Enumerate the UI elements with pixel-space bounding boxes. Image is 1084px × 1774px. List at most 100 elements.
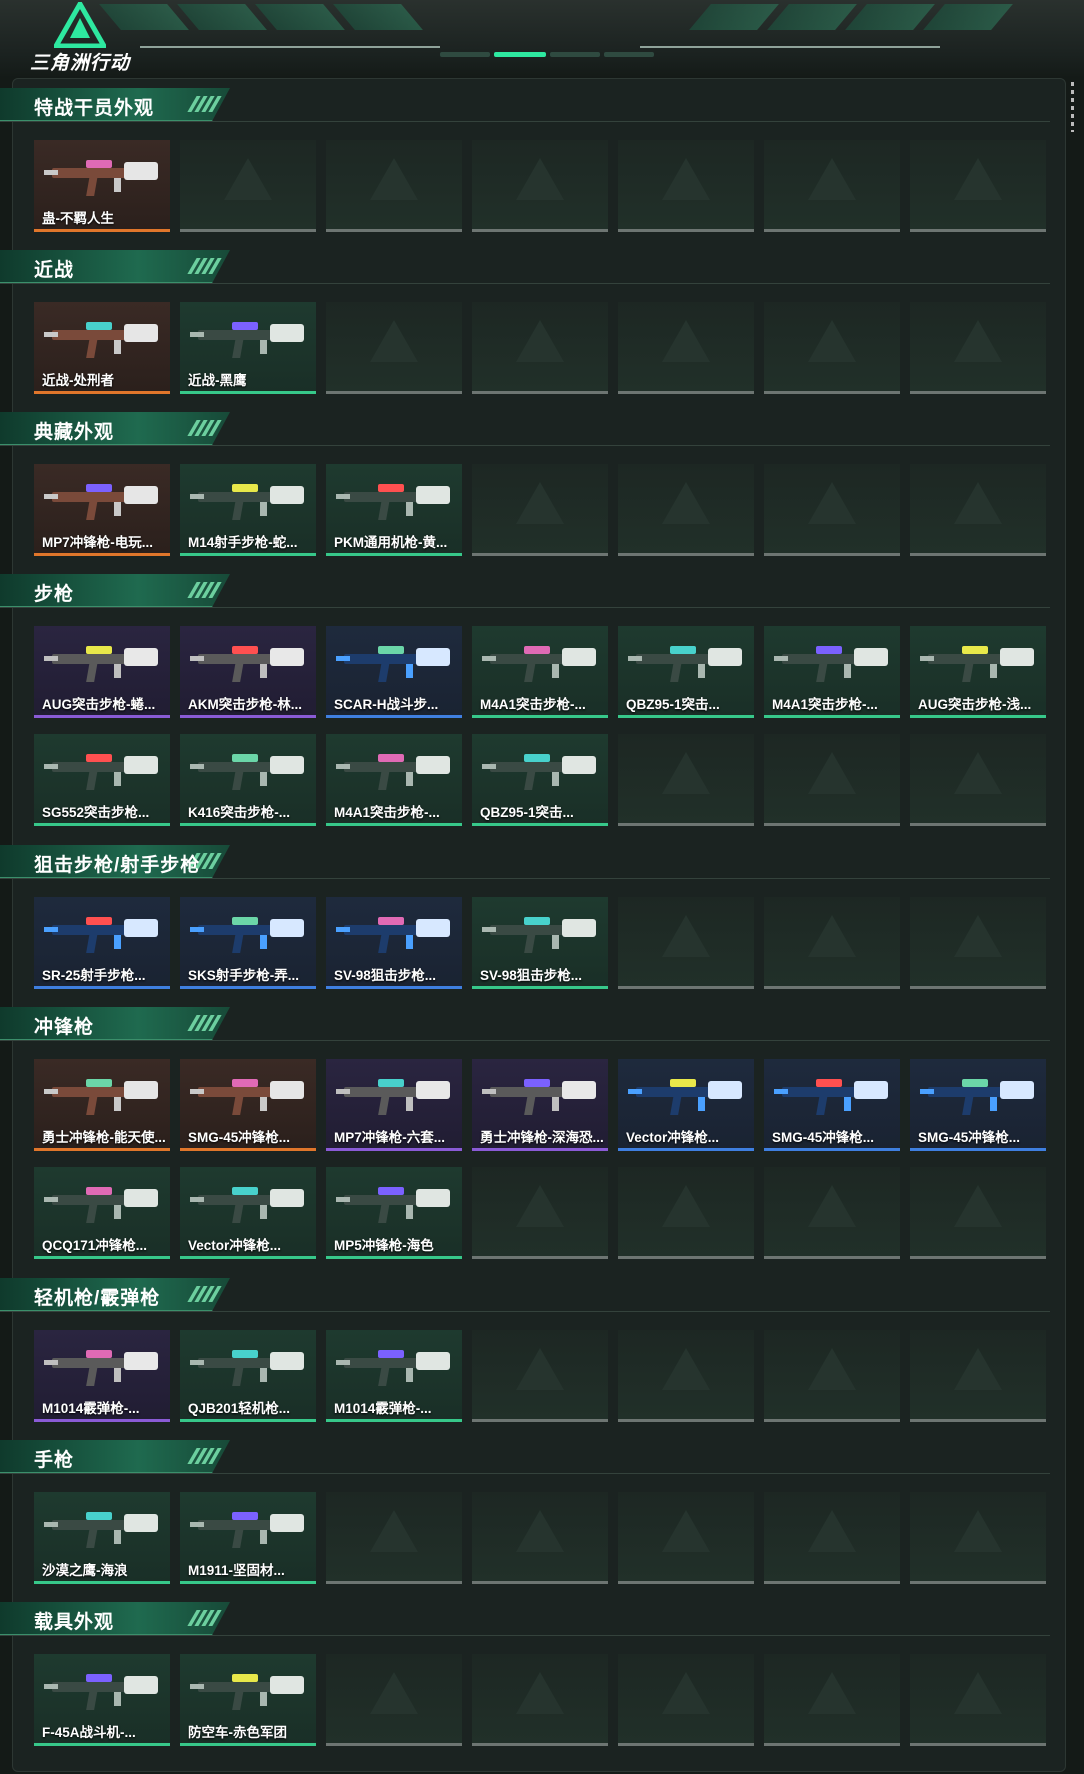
item-label: M1014霰弹枪-... xyxy=(334,1401,432,1416)
item-card[interactable]: M4A1突击步枪-... xyxy=(764,626,900,718)
item-card[interactable]: AKM突击步枪-林... xyxy=(180,626,316,718)
empty-slot xyxy=(326,302,462,394)
item-card[interactable]: M4A1突击步枪-... xyxy=(326,734,462,826)
section-divider xyxy=(0,121,1050,122)
section-divider xyxy=(0,878,1050,879)
section-slashes-icon xyxy=(187,420,222,436)
item-card[interactable]: QCQ171冲锋枪... xyxy=(34,1167,170,1259)
empty-slot xyxy=(472,1167,608,1259)
item-label: M4A1突击步枪-... xyxy=(334,805,440,820)
placeholder-logo-icon xyxy=(516,482,564,524)
section-header: 特战干员外观 xyxy=(0,88,238,122)
section-divider xyxy=(0,1473,1050,1474)
item-card[interactable]: 防空车-赤色军团 xyxy=(180,1654,316,1746)
item-card[interactable]: M1014霰弹枪-... xyxy=(34,1330,170,1422)
section-header: 载具外观 xyxy=(0,1602,238,1636)
empty-slot xyxy=(326,1654,462,1746)
placeholder-logo-icon xyxy=(370,320,418,362)
item-card[interactable]: SKS射手步枪-弄... xyxy=(180,897,316,989)
item-card[interactable]: M14射手步枪-蛇... xyxy=(180,464,316,556)
section-slashes-icon xyxy=(187,582,222,598)
item-label: 近战-黑鹰 xyxy=(188,373,247,388)
empty-slot xyxy=(618,734,754,826)
item-image-icon xyxy=(920,1079,1034,1115)
item-card[interactable]: SG552突击步枪... xyxy=(34,734,170,826)
item-card[interactable]: 蛊-不羁人生 xyxy=(34,140,170,232)
item-label: M1014霰弹枪-... xyxy=(42,1401,140,1416)
section-header: 冲锋枪 xyxy=(0,1007,238,1041)
item-card[interactable]: M1014霰弹枪-... xyxy=(326,1330,462,1422)
item-card[interactable]: QBZ95-1突击... xyxy=(472,734,608,826)
section-header: 狙击步枪/射手步枪 xyxy=(0,845,238,879)
item-label: MP5冲锋枪-海色 xyxy=(334,1238,434,1253)
item-image-icon xyxy=(44,1512,158,1548)
empty-slot xyxy=(618,302,754,394)
item-card[interactable]: SMG-45冲锋枪... xyxy=(764,1059,900,1151)
empty-slot xyxy=(618,897,754,989)
item-card[interactable]: 勇士冲锋枪-深海恐... xyxy=(472,1059,608,1151)
item-card[interactable]: SMG-45冲锋枪... xyxy=(180,1059,316,1151)
item-card[interactable]: 近战-黑鹰 xyxy=(180,302,316,394)
item-card[interactable]: MP7冲锋枪-电玩... xyxy=(34,464,170,556)
item-card[interactable]: SCAR-H战斗步... xyxy=(326,626,462,718)
item-card[interactable]: M1911-坚固材... xyxy=(180,1492,316,1584)
empty-slot xyxy=(472,464,608,556)
item-card[interactable]: F-45A战斗机-... xyxy=(34,1654,170,1746)
item-card[interactable]: Vector冲锋枪... xyxy=(618,1059,754,1151)
item-card[interactable]: MP7冲锋枪-六套... xyxy=(326,1059,462,1151)
section-title: 轻机枪/霰弹枪 xyxy=(34,1288,161,1309)
placeholder-logo-icon xyxy=(370,1672,418,1714)
item-card[interactable]: SR-25射手步枪... xyxy=(34,897,170,989)
empty-slot xyxy=(764,140,900,232)
placeholder-logo-icon xyxy=(954,320,1002,362)
section-header: 典藏外观 xyxy=(0,412,238,446)
section-divider xyxy=(0,1635,1050,1636)
item-label: QBZ95-1突击... xyxy=(626,697,720,712)
placeholder-logo-icon xyxy=(954,1510,1002,1552)
scrollbar[interactable] xyxy=(1071,82,1074,132)
item-card[interactable]: M4A1突击步枪-... xyxy=(472,626,608,718)
item-card[interactable]: PKM通用机枪-黄... xyxy=(326,464,462,556)
item-image-icon xyxy=(628,646,742,682)
item-card[interactable]: SMG-45冲锋枪... xyxy=(910,1059,1046,1151)
placeholder-logo-icon xyxy=(662,158,710,200)
item-card[interactable]: AUG突击步枪-蜷... xyxy=(34,626,170,718)
empty-slot xyxy=(910,1330,1046,1422)
item-card[interactable]: SV-98狙击步枪... xyxy=(472,897,608,989)
item-image-icon xyxy=(190,1187,304,1223)
section-title: 手枪 xyxy=(34,1450,75,1471)
item-card[interactable]: Vector冲锋枪... xyxy=(180,1167,316,1259)
empty-slot xyxy=(618,1167,754,1259)
empty-slot xyxy=(472,302,608,394)
empty-slot xyxy=(910,140,1046,232)
item-image-icon xyxy=(190,322,304,358)
item-label: SG552突击步枪... xyxy=(42,805,150,820)
item-card[interactable]: QBZ95-1突击... xyxy=(618,626,754,718)
item-card[interactable]: 沙漠之鹰-海浪 xyxy=(34,1492,170,1584)
placeholder-logo-icon xyxy=(662,1510,710,1552)
item-card[interactable]: QJB201轻机枪... xyxy=(180,1330,316,1422)
placeholder-logo-icon xyxy=(662,320,710,362)
header-stripes-right xyxy=(689,4,1013,36)
empty-slot xyxy=(764,734,900,826)
section-divider xyxy=(0,283,1050,284)
item-card[interactable]: MP5冲锋枪-海色 xyxy=(326,1167,462,1259)
item-card[interactable]: SV-98狙击步枪... xyxy=(326,897,462,989)
section-title: 狙击步枪/射手步枪 xyxy=(34,855,201,876)
item-card[interactable]: AUG突击步枪-浅... xyxy=(910,626,1046,718)
item-label: M4A1突击步枪-... xyxy=(480,697,586,712)
item-card[interactable]: 勇士冲锋枪-能天使... xyxy=(34,1059,170,1151)
placeholder-logo-icon xyxy=(662,752,710,794)
item-card[interactable]: K416突击步枪-... xyxy=(180,734,316,826)
section-slashes-icon xyxy=(187,1610,222,1626)
item-card[interactable]: 近战-处刑者 xyxy=(34,302,170,394)
logo-text: 三角洲行动 xyxy=(30,53,131,74)
placeholder-logo-icon xyxy=(954,1348,1002,1390)
empty-slot xyxy=(472,1492,608,1584)
empty-slot xyxy=(910,734,1046,826)
item-label: SKS射手步枪-弄... xyxy=(188,968,300,983)
item-label: AUG突击步枪-浅... xyxy=(918,697,1032,712)
page-indicator[interactable] xyxy=(440,52,654,57)
item-label: 勇士冲锋枪-深海恐... xyxy=(480,1130,604,1145)
section-title: 步枪 xyxy=(34,584,75,605)
